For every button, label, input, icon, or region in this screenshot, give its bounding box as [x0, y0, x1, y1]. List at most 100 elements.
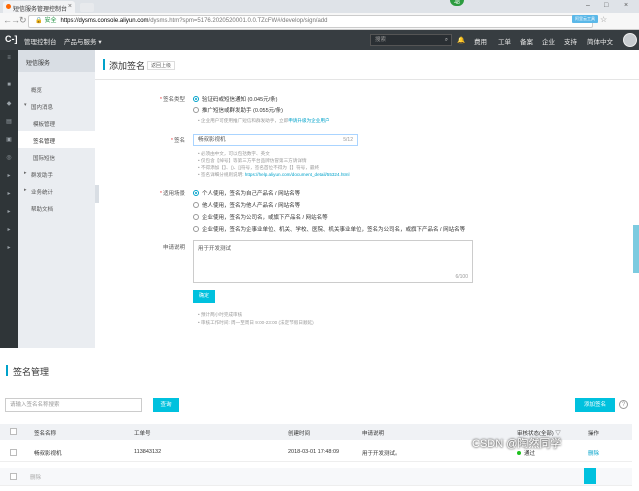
purpose-option-other[interactable]: 他人使用，签名为他人产品名 / 网站名等	[193, 201, 300, 209]
close-tab-icon[interactable]: ×	[68, 3, 72, 10]
product-icon-5[interactable]: ◎	[5, 154, 13, 161]
sign-input[interactable]: 畅叔影视机 5/12	[193, 134, 358, 146]
sign-type-option-promo[interactable]: 推广短信或群发助手 (0.055元/条)	[193, 106, 283, 114]
option-label: 验证码或短信通知 (0.045元/条)	[202, 97, 278, 103]
hint-text: 签名详细分规则说明:	[200, 172, 244, 177]
reload-icon[interactable]: ↻	[19, 15, 27, 26]
cell-desc: 用于开发测试。	[362, 451, 401, 457]
desc-label: 申请说明	[162, 245, 185, 251]
option-label: 企业使用，签名为公司名，或旗下产品名 / 网站名等	[202, 215, 328, 221]
footer-checkbox[interactable]	[10, 473, 17, 480]
console-home-link[interactable]: 管理控制台	[24, 36, 57, 46]
col-created: 创建时间	[288, 431, 311, 437]
product-icon-3[interactable]: ▤	[5, 118, 13, 125]
option-label: 企业使用，签名为企事业单位、机关、学校、医院、机关事业单位，签名为公司名，或旗下…	[202, 227, 466, 233]
help-icon[interactable]: ?	[619, 400, 628, 409]
sidebar-item-help[interactable]: 帮助文档	[18, 199, 95, 216]
star-icon[interactable]: ☆	[600, 15, 607, 24]
title-accent	[6, 365, 8, 376]
purpose-option-company[interactable]: 企业使用，签名为公司名，或旗下产品名 / 网站名等	[193, 213, 328, 221]
feedback-tab[interactable]	[633, 225, 639, 273]
desc-textarea[interactable]: 用于开发测试 6/100	[193, 240, 473, 283]
maximize-icon[interactable]: □	[604, 2, 608, 9]
avatar[interactable]	[623, 33, 637, 47]
sign-type-label: *签名类型	[135, 95, 185, 103]
browser-tab[interactable]: 短信服务管理控制台 ×	[3, 1, 75, 13]
products-menu[interactable]: 产品与服务 ▾	[64, 36, 102, 46]
required-mark: *	[159, 191, 162, 197]
topbar-link-ticket[interactable]: 工单	[498, 36, 511, 46]
sidebar-item-international[interactable]: 国际短信	[18, 148, 95, 165]
title-accent	[103, 59, 105, 70]
select-all-checkbox[interactable]	[10, 428, 17, 435]
signature-management: 签名管理 请输入签名名称搜索 查询 添加签名 ? 签名名称 工单号 创建时间 申…	[0, 348, 639, 491]
col-ticket: 工单号	[134, 431, 151, 437]
security-label: 安全	[44, 18, 57, 24]
sidebar-item-templates[interactable]: 模板管理	[18, 114, 95, 131]
radio-checked[interactable]	[193, 95, 199, 102]
topbar-link-support[interactable]: 支持	[564, 36, 577, 46]
topbar-link-enterprise[interactable]: 企业	[542, 36, 555, 46]
sidebar-item-bulk[interactable]: ▸ 群发助手	[18, 165, 95, 182]
aliyun-logo[interactable]: C-]	[5, 34, 18, 44]
char-counter: 5/12	[343, 137, 353, 143]
sign-hint-3: • 不得添加【】、()、[]符号，签名首位不得为【】符号，最终	[198, 165, 320, 170]
console-search-input[interactable]: 搜索 ⌕	[370, 34, 452, 46]
minimize-icon[interactable]: –	[586, 2, 590, 9]
watermark: CSDN @陶然同学	[472, 438, 562, 450]
extension-button[interactable]: 阿里云工具	[572, 15, 598, 23]
add-signature-button[interactable]: 添加签名	[575, 398, 615, 412]
radio[interactable]	[193, 213, 199, 220]
upgrade-enterprise-link[interactable]: 申请升级为企业用户	[288, 118, 329, 123]
url-input[interactable]: 🔒 安全 https://dysms.console.aliyun.com/dysm…	[28, 15, 593, 28]
product-icon-8[interactable]: ▸	[5, 208, 13, 215]
purpose-option-institution[interactable]: 企业使用，签名为企事业单位、机关、学校、医院、机关事业单位，签名为公司名，或旗下…	[193, 225, 465, 233]
topbar-link-record[interactable]: 备案	[520, 36, 533, 46]
sign-rules-link[interactable]: https://help.aliyun.com/document_detail/…	[245, 172, 350, 177]
topbar-link-fee[interactable]: 费用	[474, 36, 487, 46]
bell-icon[interactable]: 🔔	[457, 36, 465, 44]
radio[interactable]	[193, 201, 199, 208]
url-host: https://dysms.console.aliyun.com	[60, 18, 149, 24]
row-checkbox[interactable]	[10, 449, 17, 456]
sidebar-item-stats[interactable]: ▸ 业务统计	[18, 182, 95, 199]
search-icon[interactable]: ⌕	[445, 35, 448, 45]
hint-text: 仅包含【绰号】等第三方平台品牌仿冒第三方请详情	[200, 158, 307, 163]
product-icon-9[interactable]: ▸	[5, 226, 13, 233]
label-text: 签名类型	[162, 97, 185, 103]
product-icon-4[interactable]: ▣	[5, 136, 13, 143]
new-tab-button[interactable]	[80, 3, 94, 12]
product-icon-10[interactable]: ▸	[5, 244, 13, 251]
caret-down-icon: ▾	[24, 102, 27, 108]
search-placeholder: 搜索	[375, 37, 387, 43]
notification-badge: 48	[450, 0, 464, 6]
sidebar-item-signatures[interactable]: 签名管理	[18, 131, 95, 148]
sign-type-option-verify[interactable]: 验证码或短信通知 (0.045元/条)	[193, 95, 277, 103]
product-icon-7[interactable]: ▸	[5, 190, 13, 197]
close-window-icon[interactable]: ×	[624, 2, 628, 9]
signature-search-input[interactable]: 请输入签名名称搜索	[5, 398, 142, 412]
topbar-link-language[interactable]: 简体中文	[587, 36, 613, 46]
label-text: 签名	[173, 138, 185, 144]
sign-hint-1: • 必须由中文，可以包括数字、英文	[198, 151, 270, 156]
product-icon-1[interactable]: ■	[5, 82, 13, 88]
radio[interactable]	[193, 225, 199, 232]
submit-button[interactable]: 确定	[193, 290, 215, 303]
sidebar-item-domestic[interactable]: ▾ 国内消息	[18, 97, 95, 114]
product-icon-2[interactable]: ◆	[5, 100, 13, 107]
sidebar-item-overview[interactable]: 概览	[18, 80, 95, 97]
hint-text: 预计两小时完成审核	[200, 312, 243, 317]
query-button[interactable]: 查询	[153, 398, 179, 412]
bulk-delete-button[interactable]: 删除	[30, 473, 41, 481]
menu-toggle-icon[interactable]: ≡	[5, 55, 13, 61]
delete-link[interactable]: 删除	[588, 449, 599, 457]
radio[interactable]	[193, 106, 199, 113]
product-icon-6[interactable]: ▸	[5, 172, 13, 179]
sidebar-item-label: 群发助手	[31, 173, 54, 179]
radio-checked[interactable]	[193, 189, 199, 196]
table-footer: 删除	[0, 468, 632, 486]
cell-name: 畅叔影视机	[34, 451, 62, 457]
back-button[interactable]: 返回上级	[147, 61, 176, 70]
purpose-option-self[interactable]: 个人使用，签名为自己产品名 / 网站名等	[193, 189, 300, 197]
scroll-to-top-button[interactable]	[584, 468, 596, 484]
